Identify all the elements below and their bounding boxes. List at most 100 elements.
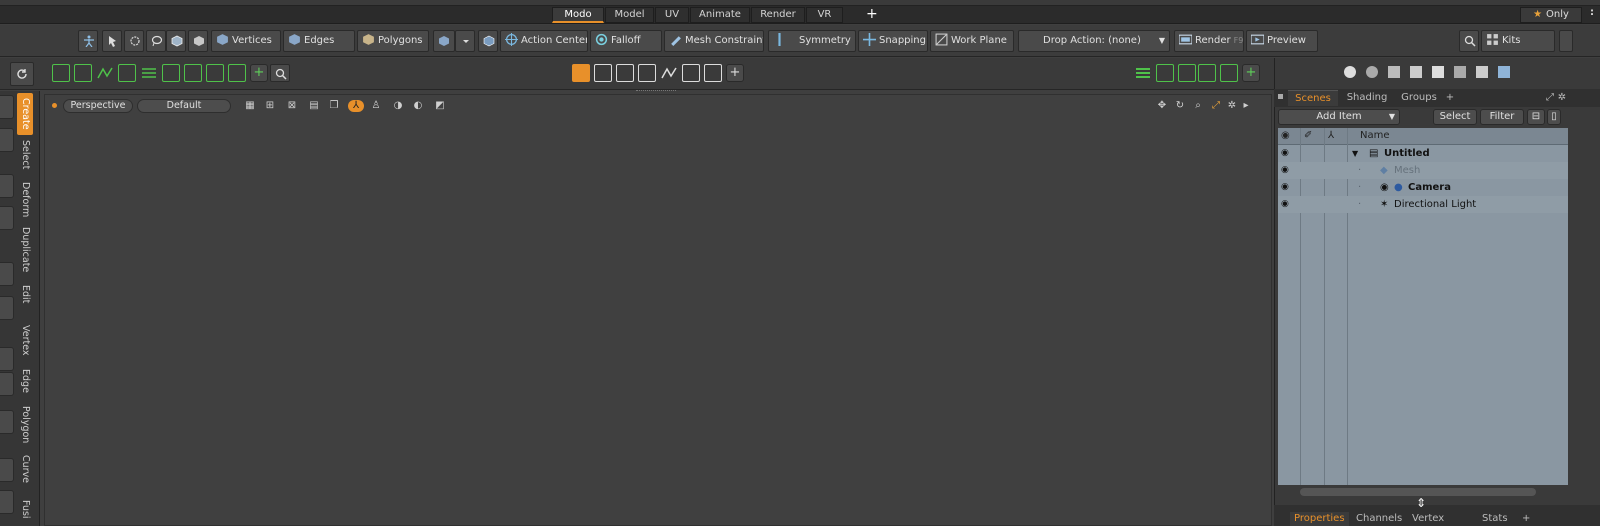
collapse-icon[interactable]: ⊟ bbox=[1527, 109, 1545, 125]
tab-polygon[interactable]: Polygon bbox=[17, 404, 33, 446]
add-panel-button[interactable]: + bbox=[1242, 64, 1260, 82]
uv-view-icon[interactable] bbox=[616, 64, 634, 82]
shading-style-dropdown[interactable]: Default bbox=[137, 99, 231, 113]
left-strip-button-5[interactable] bbox=[0, 262, 14, 286]
tab-fusion[interactable]: Fusi bbox=[17, 494, 33, 524]
snapping-button[interactable]: Snapping bbox=[858, 30, 928, 52]
mesh-constraint-button[interactable]: Mesh Constraint bbox=[664, 30, 764, 52]
tab-edge[interactable]: Edge bbox=[17, 366, 33, 396]
add-tab-button[interactable]: + bbox=[1444, 90, 1456, 106]
drop-action-select[interactable]: Drop Action: (none) ▼ bbox=[1018, 30, 1170, 52]
left-strip-button-1[interactable] bbox=[0, 95, 14, 119]
ruler-icon[interactable]: ◩ bbox=[434, 100, 446, 112]
check-tool-icon[interactable] bbox=[228, 64, 246, 82]
cube-tool-icon[interactable] bbox=[52, 64, 70, 82]
wireframe-view-icon[interactable] bbox=[638, 64, 656, 82]
refresh-icon[interactable] bbox=[10, 62, 34, 86]
component-dropdown[interactable] bbox=[455, 30, 475, 52]
tab-groups[interactable]: Groups bbox=[1396, 90, 1442, 106]
curve-tool-icon[interactable] bbox=[96, 64, 114, 82]
tree-row-mesh[interactable]: ◉ · ◆ Mesh bbox=[1278, 162, 1568, 179]
copy-icon[interactable]: ❐ bbox=[328, 100, 340, 112]
vertical-splitter[interactable] bbox=[1578, 128, 1586, 498]
falloff-button[interactable]: Falloff bbox=[590, 30, 662, 52]
dots-icon[interactable] bbox=[1178, 64, 1196, 82]
tool-search-icon[interactable] bbox=[270, 64, 290, 82]
left-strip-button-9[interactable] bbox=[0, 410, 14, 434]
zoom-view-icon[interactable]: ⌕ bbox=[1192, 100, 1204, 112]
auto-select-icon[interactable] bbox=[478, 30, 498, 52]
sphere-tool-icon[interactable] bbox=[162, 64, 180, 82]
eye-icon[interactable]: ◉ bbox=[1281, 183, 1291, 192]
view-menu-arrow-icon[interactable]: ▸ bbox=[1240, 100, 1252, 112]
render-button[interactable]: Render F9 bbox=[1174, 30, 1244, 52]
select-button[interactable]: Select bbox=[1433, 109, 1477, 125]
tab-vertex[interactable]: Vertex bbox=[17, 322, 33, 358]
3d-viewport[interactable] bbox=[44, 94, 1272, 526]
cube-view-icon[interactable] bbox=[572, 64, 590, 82]
component-mode-icon[interactable] bbox=[433, 30, 455, 52]
tab-curve[interactable]: Curve bbox=[17, 454, 33, 484]
tab-channels[interactable]: Channels bbox=[1356, 512, 1402, 526]
camera-view-icon[interactable] bbox=[682, 64, 700, 82]
vertices-button[interactable]: Vertices bbox=[211, 30, 281, 52]
capsule-icon[interactable]: ◑ bbox=[392, 100, 404, 112]
expand-arrow-icon[interactable]: ▼ bbox=[1352, 145, 1358, 162]
view-type-dropdown[interactable]: Perspective bbox=[63, 99, 133, 113]
tab-render[interactable]: Render bbox=[751, 7, 805, 23]
tab-vr[interactable]: VR bbox=[806, 7, 843, 23]
tab-modo[interactable]: Modo bbox=[552, 7, 604, 23]
tab-deform[interactable]: Deform bbox=[17, 180, 33, 220]
work-plane-button[interactable]: Work Plane bbox=[930, 30, 1014, 52]
tree-scroll-thumb[interactable] bbox=[1300, 488, 1536, 496]
left-strip-button-6[interactable] bbox=[0, 296, 14, 320]
book-icon[interactable]: ◐ bbox=[412, 100, 424, 112]
view-settings-gear-icon[interactable]: ✲ bbox=[1226, 100, 1238, 112]
maximize-view-icon[interactable]: ⤢ bbox=[1210, 100, 1222, 112]
symmetry-button[interactable]: Symmetry bbox=[768, 30, 856, 52]
layers-icon[interactable] bbox=[1156, 64, 1174, 82]
search-icon[interactable] bbox=[1459, 30, 1479, 52]
tab-create[interactable]: Create bbox=[17, 93, 33, 135]
axis-icon[interactable]: ⅄ bbox=[348, 100, 364, 112]
select-paint-icon[interactable] bbox=[124, 30, 144, 52]
select-view-icon[interactable] bbox=[704, 64, 722, 82]
tree-row-untitled[interactable]: ◉ ▼ ▤ Untitled bbox=[1278, 145, 1568, 162]
toolbar-overflow-icon[interactable] bbox=[1559, 30, 1573, 52]
image-icon[interactable] bbox=[1198, 64, 1216, 82]
tab-model[interactable]: Model bbox=[605, 7, 654, 23]
add-item-button[interactable]: Add Item ▼ bbox=[1278, 109, 1400, 125]
more-menu-icon[interactable]: : bbox=[1590, 7, 1594, 18]
list-icon[interactable] bbox=[1134, 64, 1152, 82]
tree-row-camera[interactable]: ◉ · ◉ ● Camera bbox=[1278, 179, 1568, 196]
left-strip-button-11[interactable] bbox=[0, 490, 14, 514]
tab-vertex-map[interactable]: Vertex bbox=[1412, 512, 1444, 526]
rotate-view-icon[interactable]: ↻ bbox=[1174, 100, 1186, 112]
grid-icon[interactable]: ▦ bbox=[244, 100, 256, 112]
grid-view-icon[interactable] bbox=[594, 64, 612, 82]
add-bottom-tab-button[interactable]: + bbox=[1522, 512, 1530, 526]
left-strip-button-3[interactable] bbox=[0, 174, 14, 198]
panel-gear-icon[interactable]: ✲ bbox=[1556, 90, 1568, 106]
tab-stats[interactable]: Stats bbox=[1482, 512, 1508, 526]
export-icon[interactable] bbox=[1220, 64, 1238, 82]
move-view-icon[interactable]: ✥ bbox=[1156, 100, 1168, 112]
sphere-grid-icon[interactable]: ⊞ bbox=[264, 100, 276, 112]
tree-row-directional-light[interactable]: ◉ · ✶ Directional Light bbox=[1278, 196, 1568, 213]
select-cursor-icon[interactable] bbox=[102, 30, 122, 52]
edges-button[interactable]: Edges bbox=[283, 30, 355, 52]
left-strip-button-7[interactable] bbox=[0, 347, 14, 371]
tab-select[interactable]: Select bbox=[17, 138, 33, 172]
tab-shading[interactable]: Shading bbox=[1342, 90, 1392, 106]
bevel-tool-icon[interactable] bbox=[184, 64, 202, 82]
lasso-icon[interactable] bbox=[146, 30, 166, 52]
left-strip-button-2[interactable] bbox=[0, 128, 14, 152]
filter-button[interactable]: Filter bbox=[1480, 109, 1524, 125]
splitter-handle[interactable] bbox=[636, 90, 676, 93]
tab-duplicate[interactable]: Duplicate bbox=[17, 226, 33, 274]
plane-tool-icon[interactable] bbox=[74, 64, 92, 82]
kits-button[interactable]: Kits bbox=[1481, 30, 1555, 52]
left-strip-button-4[interactable] bbox=[0, 206, 14, 230]
person-icon[interactable]: ♙ bbox=[370, 100, 382, 112]
item-mode-icon[interactable] bbox=[166, 30, 186, 52]
